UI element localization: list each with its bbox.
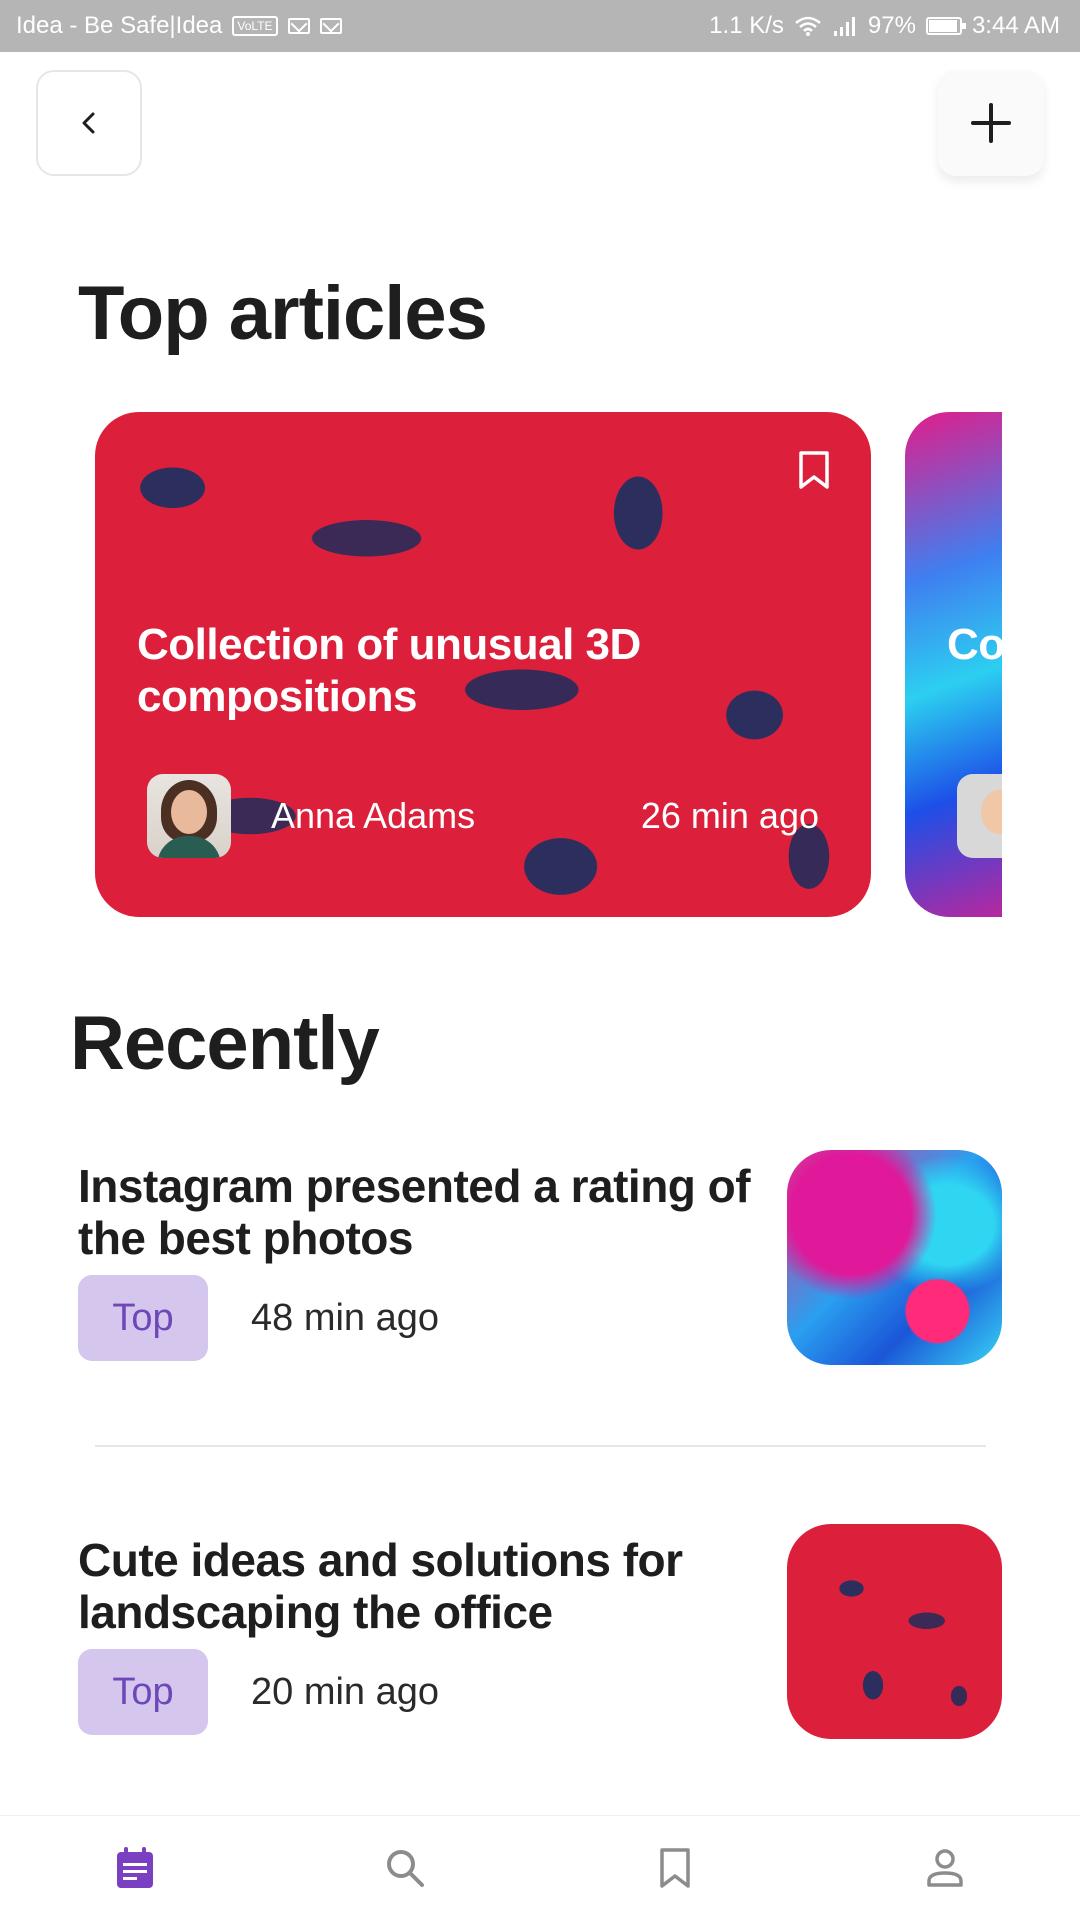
calendar-icon (117, 1847, 153, 1888)
profile-icon (927, 1849, 963, 1887)
nav-item-profile[interactable] (905, 1828, 985, 1908)
list-item-thumbnail[interactable] (787, 1524, 1002, 1739)
back-button[interactable] (36, 70, 142, 176)
nav-item-search[interactable] (365, 1828, 445, 1908)
list-item-title: Instagram presented a rating of the best… (78, 1160, 751, 1264)
list-item-time: 20 min ago (251, 1670, 440, 1713)
list-item-thumbnail[interactable] (787, 1150, 1002, 1365)
nav-item-feed[interactable] (95, 1828, 175, 1908)
list-item[interactable]: Instagram presented a rating of the best… (78, 1150, 1002, 1365)
article-card-title-next: Co co (947, 620, 1002, 669)
clock: 3:44 AM (971, 12, 1060, 39)
article-card-next[interactable]: Co co (905, 412, 1002, 917)
nav-item-bookmarks[interactable] (635, 1828, 715, 1908)
avatar (147, 774, 231, 858)
article-card[interactable]: Collection of unusual 3D compositions An… (95, 412, 871, 917)
tag-badge[interactable]: Top (78, 1649, 208, 1735)
top-articles-carousel[interactable]: Collection of unusual 3D compositions An… (95, 412, 1002, 917)
avatar-next (957, 774, 1002, 858)
tag-badge[interactable]: Top (78, 1275, 208, 1361)
list-item-title: Cute ideas and solutions for landscaping… (78, 1534, 683, 1638)
article-card-title: Collection of unusual 3D compositions (137, 620, 641, 721)
divider (95, 1445, 986, 1447)
battery-icon (925, 17, 966, 35)
battery-percent: 97% (867, 12, 916, 39)
plus-icon (971, 103, 1011, 143)
recently-heading: Recently (70, 1001, 380, 1086)
bookmark-icon (660, 1848, 690, 1888)
add-button[interactable] (938, 70, 1044, 176)
carrier-label: Idea - Be Safe|Idea (16, 12, 223, 39)
wifi-icon (795, 16, 821, 36)
search-icon (387, 1850, 424, 1887)
gmail-icon (319, 18, 342, 34)
bottom-nav (0, 1815, 1080, 1920)
author-name: Anna Adams (271, 795, 476, 836)
bookmark-icon[interactable] (797, 450, 831, 490)
mail-icon (287, 18, 310, 34)
list-item[interactable]: Cute ideas and solutions for landscaping… (78, 1524, 1002, 1739)
signal-icon (833, 17, 855, 36)
chevron-left-icon (82, 112, 95, 134)
status-bar: Idea - Be Safe|Idea VoLTE 1.1 K/s 97% 3:… (0, 0, 1080, 52)
article-card-author-row: Anna Adams 26 min ago (147, 774, 819, 858)
volte-badge: VoLTE (232, 16, 278, 36)
status-bar-left: Idea - Be Safe|Idea VoLTE (16, 12, 342, 40)
status-bar-right: 1.1 K/s 97% 3:44 AM (709, 12, 1060, 40)
top-articles-heading: Top articles (78, 271, 488, 356)
network-speed: 1.1 K/s (709, 12, 784, 39)
list-item-time: 48 min ago (251, 1296, 440, 1339)
article-time: 26 min ago (640, 795, 819, 836)
